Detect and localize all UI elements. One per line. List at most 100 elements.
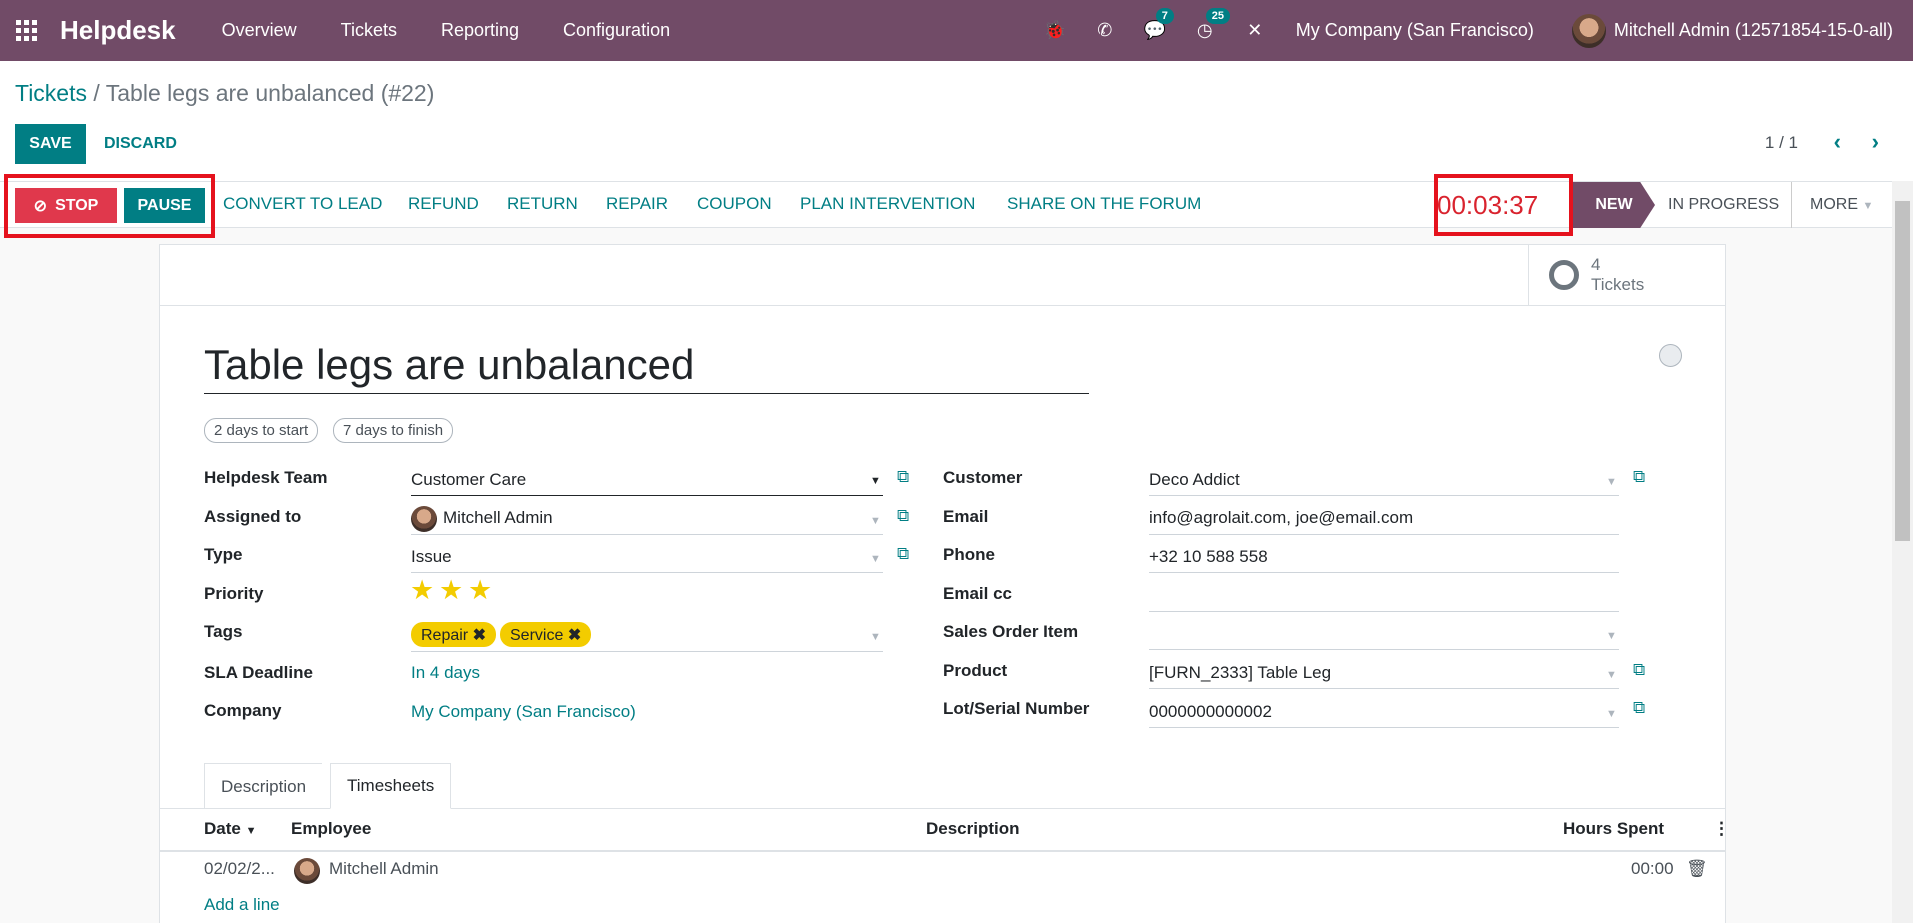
share-on-forum-button[interactable]: SHARE ON THE FORUM (1007, 194, 1201, 214)
stage-in-progress[interactable]: IN PROGRESS (1668, 196, 1779, 214)
company-switcher[interactable]: My Company (San Francisco) (1296, 20, 1534, 41)
dropdown-caret-icon[interactable]: ▼ (870, 475, 881, 487)
timer-display: 00:03:37 (1437, 190, 1539, 220)
dropdown-caret-icon[interactable]: ▼ (870, 553, 881, 565)
page-scrollbar[interactable] (1892, 181, 1913, 923)
type-value[interactable]: Issue (411, 547, 452, 567)
column-date[interactable]: Date ▼ (204, 819, 256, 839)
activities-icon[interactable]: ◷ 25 (1194, 8, 1231, 41)
stage-new[interactable]: NEW (1573, 182, 1655, 228)
apps-menu-button[interactable] (0, 0, 52, 61)
row-hours[interactable]: 00:00 (1631, 859, 1674, 879)
highlight-box-timer-buttons (4, 174, 215, 238)
external-link-icon[interactable]: ⧉ (1633, 467, 1645, 487)
email-value[interactable]: info@agrolait.com, joe@email.com (1149, 508, 1413, 528)
tag-service-label: Service (510, 627, 564, 644)
row-employee[interactable]: Mitchell Admin (329, 859, 439, 879)
assigned-to-value[interactable]: Mitchell Admin (443, 508, 553, 528)
lifebuoy-icon (1549, 260, 1579, 290)
breadcrumb-current: Table legs are unbalanced (#22) (105, 80, 435, 106)
button-box: 4 Tickets (160, 245, 1725, 306)
helpdesk-team-value[interactable]: Customer Care (411, 470, 526, 490)
phone-value[interactable]: +32 10 588 558 (1149, 547, 1268, 567)
breadcrumb-tickets-link[interactable]: Tickets (15, 80, 87, 106)
menu-configuration[interactable]: Configuration (563, 20, 670, 41)
label-product: Product (943, 661, 1008, 680)
pager-next-icon[interactable]: › (1872, 129, 1879, 155)
column-description[interactable]: Description (926, 819, 1020, 839)
breadcrumb: Tickets / Table legs are unbalanced (#22… (15, 80, 434, 107)
label-email-cc: Email cc (943, 584, 1012, 603)
plan-intervention-button[interactable]: PLAN INTERVENTION (800, 194, 975, 214)
label-customer: Customer (943, 468, 1023, 487)
column-hours-spent[interactable]: Hours Spent (1563, 819, 1664, 839)
return-button[interactable]: RETURN (507, 194, 578, 214)
dropdown-caret-icon[interactable]: ▼ (1606, 476, 1617, 488)
pager-value[interactable]: 1 / 1 (1765, 133, 1798, 153)
menu-tickets[interactable]: Tickets (341, 20, 397, 41)
company-value[interactable]: My Company (San Francisco) (411, 702, 636, 722)
dropdown-caret-icon[interactable]: ▼ (870, 631, 881, 643)
dropdown-caret-icon[interactable]: ▼ (1606, 669, 1617, 681)
save-button[interactable]: SAVE (15, 124, 86, 164)
scrollbar-thumb[interactable] (1895, 201, 1910, 541)
optional-columns-icon[interactable]: ⋮ (1713, 819, 1730, 839)
tools-icon[interactable]: ✕ (1244, 20, 1266, 41)
ticket-title-field[interactable]: Table legs are unbalanced (204, 341, 1089, 394)
table-header-divider (160, 850, 1725, 852)
external-link-icon[interactable]: ⧉ (897, 506, 909, 526)
phone-icon[interactable]: ✆ (1094, 20, 1116, 41)
convert-to-lead-button[interactable]: CONVERT TO LEAD (223, 194, 382, 214)
trash-icon[interactable]: 🗑 (1686, 859, 1708, 879)
label-email: Email (943, 507, 989, 526)
phone-underline (1149, 572, 1619, 573)
app-brand[interactable]: Helpdesk (60, 15, 176, 46)
discard-button[interactable]: DISCARD (98, 124, 183, 164)
refund-button[interactable]: REFUND (408, 194, 479, 214)
external-link-icon[interactable]: ⧉ (1633, 698, 1645, 718)
kanban-state-indicator[interactable] (1659, 344, 1682, 367)
dropdown-caret-icon[interactable]: ▼ (1606, 630, 1617, 642)
label-phone: Phone (943, 545, 995, 564)
assignee-avatar (411, 506, 437, 532)
row-date[interactable]: 02/02/2... (204, 859, 275, 879)
messages-count-badge: 7 (1155, 8, 1174, 24)
remove-tag-icon[interactable]: ✖ (473, 627, 486, 644)
column-employee[interactable]: Employee (291, 819, 371, 839)
sales-order-item-underline (1149, 649, 1619, 650)
add-a-line-button[interactable]: Add a line (204, 895, 280, 915)
external-link-icon[interactable]: ⧉ (897, 467, 909, 487)
form-sheet: 4 Tickets Table legs are unbalanced 2 da… (159, 244, 1730, 923)
tab-description[interactable]: Description (204, 763, 323, 809)
stage-more-dropdown[interactable]: MORE ▼ (1810, 196, 1873, 214)
external-link-icon[interactable]: ⧉ (897, 544, 909, 564)
label-lot-serial: Lot/Serial Number (943, 699, 1090, 718)
remove-tag-icon[interactable]: ✖ (568, 627, 581, 644)
label-sales-order-item: Sales Order Item (943, 622, 1079, 641)
bug-icon[interactable]: 🐞 (1044, 20, 1066, 41)
priority-star-icon-1[interactable]: ★ (410, 575, 434, 606)
priority-star-icon-3[interactable]: ★ (468, 575, 492, 606)
pager-previous-icon[interactable]: ‹ (1834, 129, 1841, 155)
sla-deadline-value[interactable]: In 4 days (411, 663, 480, 683)
days-to-start-badge: 2 days to start (204, 418, 319, 443)
label-company: Company (204, 701, 282, 720)
lot-serial-value[interactable]: 0000000000002 (1149, 702, 1272, 722)
repair-button[interactable]: REPAIR (606, 194, 668, 214)
tab-timesheets[interactable]: Timesheets (330, 763, 452, 809)
menu-reporting[interactable]: Reporting (441, 20, 519, 41)
menu-overview[interactable]: Overview (222, 20, 297, 41)
breadcrumb-separator: / (87, 80, 106, 106)
tickets-count: 4 (1591, 255, 1601, 274)
external-link-icon[interactable]: ⧉ (1633, 660, 1645, 680)
customer-value[interactable]: Deco Addict (1149, 470, 1240, 490)
messages-icon[interactable]: 💬 7 (1144, 8, 1174, 41)
user-name: Mitchell Admin (12571854-15-0-all) (1613, 20, 1893, 40)
priority-star-icon-2[interactable]: ★ (439, 575, 463, 606)
product-value[interactable]: [FURN_2333] Table Leg (1149, 663, 1331, 683)
coupon-button[interactable]: COUPON (697, 194, 772, 214)
user-menu[interactable]: Mitchell Admin (12571854-15-0-all) (1571, 13, 1893, 48)
tickets-smart-button[interactable]: 4 Tickets (1528, 245, 1725, 305)
dropdown-caret-icon[interactable]: ▼ (1606, 708, 1617, 720)
dropdown-caret-icon[interactable]: ▼ (870, 515, 881, 527)
